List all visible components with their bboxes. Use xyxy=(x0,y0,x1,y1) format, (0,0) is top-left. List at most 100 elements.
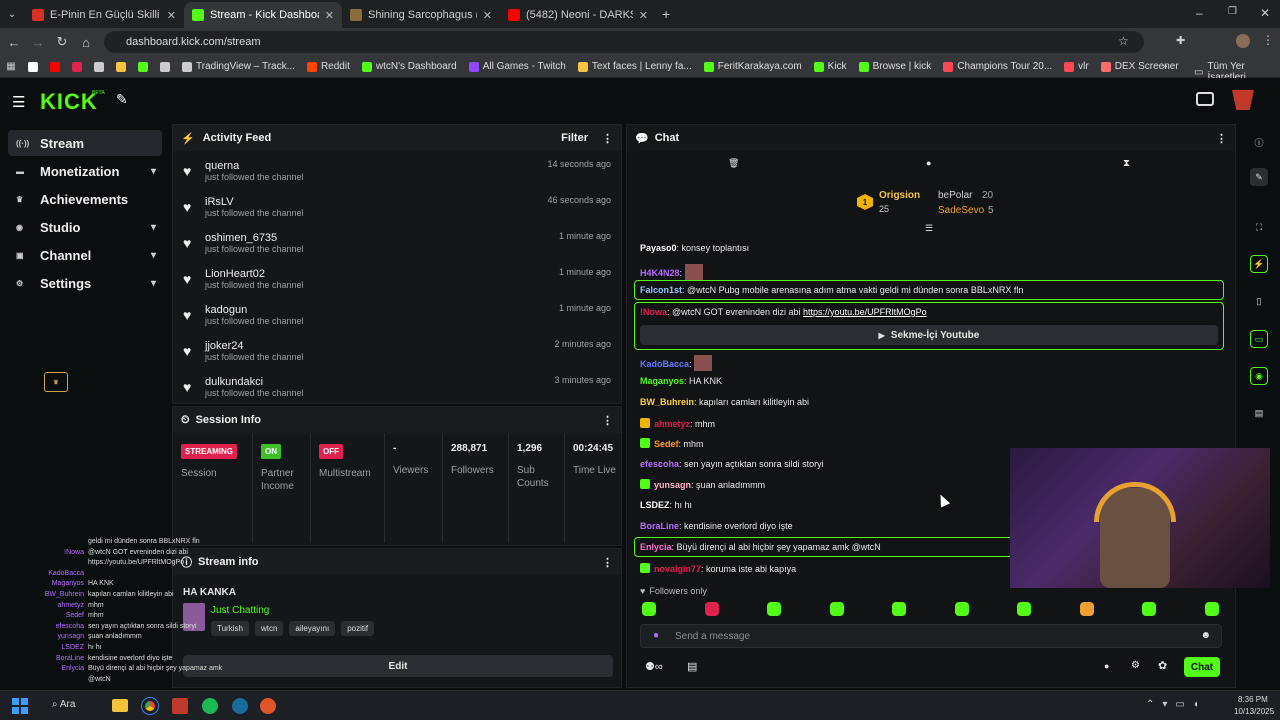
sidebar-item-monetization[interactable]: ▬ Monetization ▾ xyxy=(8,158,162,184)
bookmark-item[interactable]: All Games - Twitch xyxy=(468,61,566,72)
url-field[interactable]: dashboard.kick.com/stream xyxy=(104,31,1144,53)
bookmark-item[interactable]: FeritKarakaya.com xyxy=(703,61,802,72)
taskbar-search[interactable]: ⌕ Ara xyxy=(52,699,75,710)
doc-rail-icon[interactable]: ▯ xyxy=(1250,292,1268,310)
browser-tab[interactable]: Stream - Kick Dashboard ✕ xyxy=(184,2,342,28)
chat-username[interactable]: Sedef xyxy=(654,439,679,449)
emote-button[interactable] xyxy=(1142,602,1156,616)
activity-menu-icon[interactable]: ⋮ xyxy=(602,132,613,145)
follower-name[interactable]: kadogun xyxy=(205,304,304,316)
chat-username[interactable]: BoraLine xyxy=(640,521,679,531)
sidebar-item-achievements[interactable]: ♛ Achievements xyxy=(8,186,162,212)
chat-username[interactable]: KadoBacca xyxy=(640,359,689,369)
browser-tab[interactable]: Shining Sarcophagus (series) | Yu- ✕ xyxy=(342,2,500,28)
stream-tag[interactable]: wtcn xyxy=(254,621,284,636)
bookmark-item[interactable]: Text faces | Lenny fa... xyxy=(577,61,692,72)
obs-icon[interactable] xyxy=(260,698,276,714)
emote-button[interactable] xyxy=(767,602,781,616)
new-tab-button[interactable]: + xyxy=(662,6,670,22)
chat-username[interactable]: BW_Buhrein xyxy=(640,397,694,407)
profile-avatar[interactable] xyxy=(1236,34,1250,48)
session-menu-icon[interactable]: ⋮ xyxy=(602,414,613,427)
store-icon[interactable]: ▤ xyxy=(687,660,697,673)
maximize-button[interactable]: ❐ xyxy=(1228,6,1237,17)
stream-info-menu-icon[interactable]: ⋮ xyxy=(602,556,613,569)
windows-start-icon[interactable] xyxy=(12,698,28,714)
youtube-button[interactable]: ▶ Sekme-İçi Youtube xyxy=(640,325,1218,345)
chat-menu-icon[interactable]: ⋮ xyxy=(1216,132,1227,145)
info-rail-icon[interactable]: ⓘ xyxy=(1250,133,1268,151)
bookmark-item[interactable]: Browse | kick xyxy=(858,61,931,72)
tab-search-icon[interactable]: ⌄ xyxy=(0,9,24,20)
hourglass-icon[interactable]: ⧗ xyxy=(1123,158,1130,169)
follower-name[interactable]: oshimen_6735 xyxy=(205,232,304,244)
back-icon[interactable]: ← xyxy=(2,35,26,50)
wrench-icon[interactable]: ✎ xyxy=(116,91,128,108)
bookmark-item[interactable]: vlr xyxy=(1064,61,1089,72)
emote-button[interactable] xyxy=(705,602,719,616)
chat-username[interactable]: efescoha xyxy=(640,459,679,469)
bookmark-icon[interactable] xyxy=(116,61,126,72)
tab-close-icon[interactable]: ✕ xyxy=(639,9,648,22)
media-app-icon[interactable] xyxy=(172,698,188,714)
screen-rail-icon[interactable]: ⛶ xyxy=(1250,218,1268,236)
message-icon[interactable]: ● xyxy=(926,158,931,168)
tab-close-icon[interactable]: ✕ xyxy=(325,9,334,22)
bookmark-icon[interactable] xyxy=(50,61,60,72)
points-icon[interactable]: ⚉∞ xyxy=(645,660,663,673)
send-chat-button[interactable]: Chat xyxy=(1184,657,1220,677)
chat-username[interactable]: novalgin77 xyxy=(654,564,701,574)
channel-avatar[interactable] xyxy=(1232,90,1254,110)
emote-button[interactable] xyxy=(1017,602,1031,616)
chat-input[interactable]: ● Send a message ☻ xyxy=(640,624,1222,648)
kick-logo[interactable]: KICK xyxy=(40,89,98,115)
chat-rail-icon[interactable]: ▭ xyxy=(1250,330,1268,348)
emote-button[interactable] xyxy=(1080,602,1094,616)
chevron-down-icon[interactable]: ▾ xyxy=(151,222,156,233)
chat-link[interactable]: https://youtu.be/UPFRltMOgPo xyxy=(803,307,927,317)
camera-icon[interactable] xyxy=(1196,92,1214,106)
chevron-down-icon[interactable]: ▾ xyxy=(151,166,156,177)
printer-rail-icon[interactable]: ▤ xyxy=(1250,404,1268,422)
tab-close-icon[interactable]: ✕ xyxy=(167,9,176,22)
chevron-down-icon[interactable]: ▾ xyxy=(151,278,156,289)
bookmark-icon[interactable] xyxy=(138,61,148,72)
bookmark-item[interactable]: Champions Tour 20... xyxy=(943,61,1052,72)
chat-settings-icon[interactable]: ⚙ xyxy=(1131,660,1140,671)
bookmark-item[interactable]: wtcN's Dashboard xyxy=(361,61,457,72)
chat-username[interactable]: !Nowa xyxy=(640,307,667,317)
menu-icon[interactable]: ⋮ xyxy=(1262,33,1274,47)
follower-name[interactable]: jjoker24 xyxy=(205,340,304,352)
mic-icon[interactable]: ● xyxy=(653,630,659,641)
emote-button[interactable] xyxy=(642,602,656,616)
bookmark-item[interactable]: TradingView – Track... xyxy=(182,61,295,72)
filter-button[interactable]: Filter xyxy=(561,132,588,144)
stream-tag[interactable]: Turkish xyxy=(211,621,249,636)
emoji-icon[interactable]: ☻ xyxy=(1200,630,1211,641)
steam-icon[interactable] xyxy=(232,698,248,714)
category-name[interactable]: Just Chatting xyxy=(211,605,269,616)
chevron-down-icon[interactable]: ▾ xyxy=(151,250,156,261)
chat-username[interactable]: H4K4N28 xyxy=(640,268,680,278)
home-icon[interactable]: ⌂ xyxy=(74,35,98,50)
follower-name[interactable]: iRsLV xyxy=(205,196,304,208)
trash-icon[interactable]: 🗑 xyxy=(728,158,739,169)
chat-username[interactable]: LSDEZ xyxy=(640,500,670,510)
broadcast-rail-icon[interactable]: ◉ xyxy=(1250,367,1268,385)
bookmark-item[interactable]: Reddit xyxy=(306,61,350,72)
browser-tab[interactable]: (5482) Neoni - DARKSIDE (Offici ✕ xyxy=(500,2,656,28)
chat-username[interactable]: ahmetyz xyxy=(654,419,690,429)
bookmark-item[interactable]: Kick xyxy=(813,61,847,72)
emote-button[interactable] xyxy=(892,602,906,616)
chat-username[interactable]: Payaso0 xyxy=(640,243,677,253)
close-window-button[interactable]: ✕ xyxy=(1260,6,1270,20)
chrome-icon[interactable] xyxy=(142,698,158,714)
bookmark-icon[interactable] xyxy=(72,61,82,72)
emote-button[interactable] xyxy=(830,602,844,616)
sidebar-item-settings[interactable]: ⚙ Settings ▾ xyxy=(8,270,162,296)
sidebar-item-stream[interactable]: ((·)) Stream xyxy=(8,130,162,156)
chat-username[interactable]: yunsagn xyxy=(654,480,691,490)
chat-emote-icon[interactable]: ✿ xyxy=(1158,659,1167,672)
extension-icon[interactable]: ✚ xyxy=(1176,34,1185,47)
follower-name[interactable]: dulkundakci xyxy=(205,376,304,388)
